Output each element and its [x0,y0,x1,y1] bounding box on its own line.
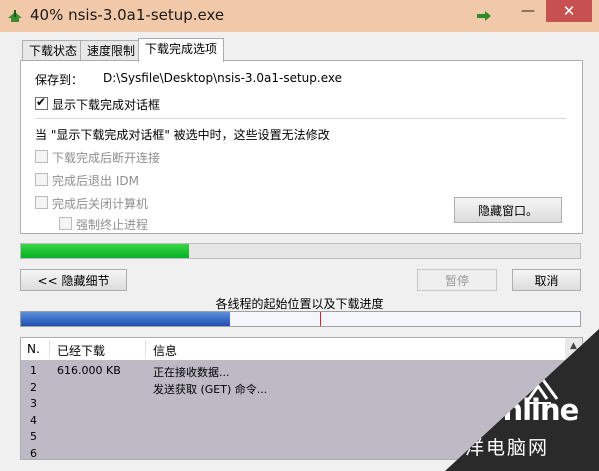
save-to-label: 保存到： [35,73,84,87]
thread-row[interactable]: 2 发送获取 (GET) 命令... [21,381,582,397]
completion-options-panel: 保存到： D:\Sysfile\Desktop\nsis-3.0a1-setup… [20,60,583,234]
download-progress-fill [21,244,189,258]
threads-header: N. 已经下载 信息 [21,338,582,360]
tab-download-status[interactable]: 下载状态 [22,40,85,61]
save-to-path: D:\Sysfile\Desktop\nsis-3.0a1-setup.exe [103,71,342,85]
pause-button[interactable]: 暂停 [417,269,497,291]
disconnect-label: 下载完成后断开连接 [52,151,161,165]
thread-downloaded-cell: 616.000 KB [57,364,121,377]
check-mark-icon: ✔ [36,95,47,109]
divider [35,118,566,119]
tab-completion-options[interactable]: 下载完成选项 [138,38,225,62]
thread-n-cell: 2 [30,380,37,394]
disconnect-checkbox[interactable] [35,150,48,163]
column-separator[interactable] [145,340,146,358]
force-kill-label: 强制终止进程 [76,218,149,232]
connections-progress-fill [21,312,230,326]
hide-details-button[interactable]: << 隐藏细节 [20,269,127,291]
window-title: 40% nsis-3.0a1-setup.exe [30,6,225,24]
exit-idm-label: 完成后退出 IDM [52,174,139,188]
thread-info-cell: 发送获取 (GET) 命令... [153,382,268,396]
download-arrow-icon[interactable] [476,9,492,23]
connections-label: 各线程的起始位置以及下载进度 [215,297,384,311]
column-separator[interactable] [49,340,50,358]
column-header-info[interactable]: 信息 [153,342,177,359]
connection-start-marker [320,312,321,326]
exit-idm-checkbox[interactable] [35,173,48,186]
column-header-n[interactable]: N. [27,342,40,356]
thread-n-cell: 4 [30,413,37,427]
column-header-downloaded[interactable]: 已经下载 [57,342,105,359]
connections-progress-bar [20,311,581,327]
force-kill-checkbox[interactable] [59,217,72,230]
show-dialog-checkbox[interactable]: ✔ [35,95,48,110]
shutdown-label: 完成后关闭计算机 [52,197,149,211]
idm-app-icon [8,10,22,22]
thread-info-cell: 正在接收数据... [153,366,230,379]
hide-window-button[interactable]: 隐藏窗口。 [454,197,562,223]
title-bar: 40% nsis-3.0a1-setup.exe — ✕ [0,0,599,32]
close-button[interactable]: ✕ [546,0,592,22]
thread-n-cell: 5 [30,430,37,443]
download-progress-bar [20,243,581,259]
cancel-button[interactable]: 取消 [512,269,581,291]
thread-n-cell: 6 [30,446,37,460]
thread-n-cell: 1 [30,364,37,377]
thread-row[interactable]: 1 616.000 KB 正在接收数据... [21,364,582,380]
tab-speed-limit[interactable]: 速度限制 [80,40,143,61]
thread-n-cell: 3 [30,397,37,410]
show-dialog-label[interactable]: 显示下载完成对话框 [52,96,160,113]
settings-notice: 当 "显示下载完成对话框" 被选中时，这些设置无法修改 [35,128,330,142]
shutdown-checkbox[interactable] [35,196,48,209]
minimize-button[interactable]: — [515,0,541,22]
thread-row[interactable]: 3 [21,397,582,413]
